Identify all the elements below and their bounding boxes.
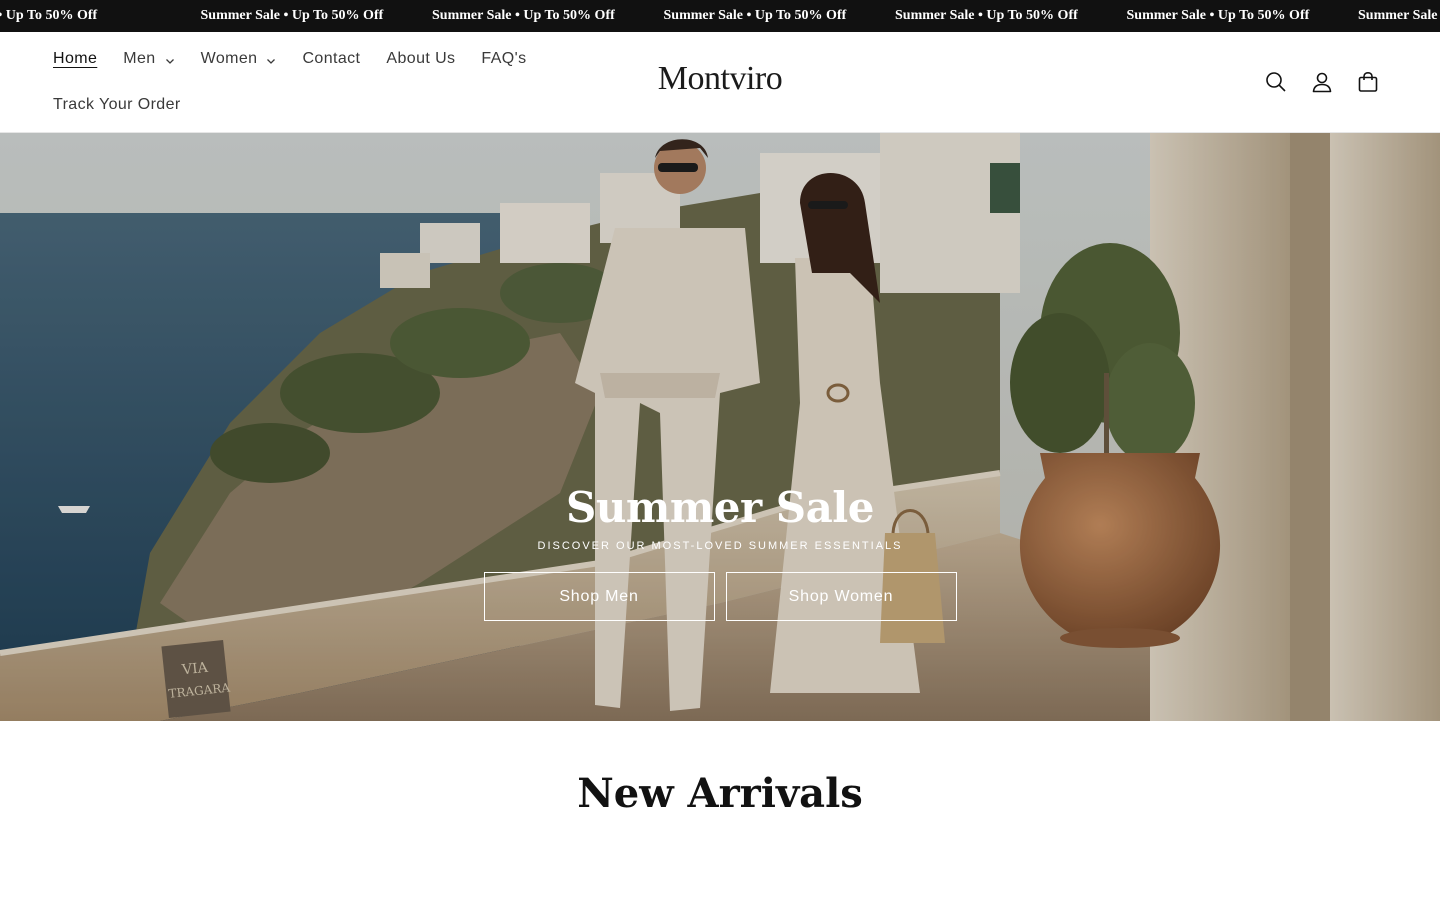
chevron-down-icon — [165, 58, 174, 64]
nav-item-contact[interactable]: Contact — [302, 50, 360, 68]
hero-subtitle: DISCOVER OUR MOST-LOVED SUMMER ESSENTIAL… — [537, 540, 903, 552]
hero-title: Summer Sale — [566, 483, 874, 532]
announcement-track: Sale • Up To 50% Off Summer Sale • Up To… — [0, 0, 1440, 32]
cart-icon[interactable] — [1356, 70, 1380, 94]
nav-item-about[interactable]: About Us — [386, 50, 455, 68]
new-arrivals-title: New Arrivals — [577, 770, 863, 817]
hero-banner: VIA TRAGARA Summer Sale DISCOVER OUR MOS… — [0, 133, 1440, 721]
nav-item-label: Track Your Order — [53, 96, 181, 113]
nav-item-men[interactable]: Men — [123, 50, 174, 68]
account-icon[interactable] — [1310, 70, 1334, 94]
shop-men-button[interactable]: Shop Men — [483, 572, 715, 621]
main-nav: Home Men Women Contact About Us FAQ's — [53, 50, 552, 68]
site-header: Home Men Women Contact About Us FAQ's Tr… — [0, 32, 1440, 133]
announcement-item: Summer Sale • Up To 50% Off — [200, 8, 384, 23]
nav-item-track-order[interactable]: Track Your Order — [53, 96, 181, 114]
nav-item-label: Women — [200, 50, 258, 67]
announcement-item: Summer Sale • Up To 50% Off — [432, 8, 615, 23]
hero-image: VIA TRAGARA — [0, 133, 1440, 721]
search-icon[interactable] — [1264, 70, 1288, 94]
header-icons — [1242, 70, 1380, 94]
nav-item-label: Home — [53, 50, 98, 67]
main-nav-row2: Track Your Order — [53, 96, 207, 114]
announcement-item: Summer Sale • Up To 50% Off — [663, 8, 847, 23]
chevron-down-icon — [267, 58, 276, 64]
nav-item-faq[interactable]: FAQ's — [481, 50, 526, 68]
announcement-item: Sale • Up To 50% Off — [0, 8, 98, 23]
announcement-bar: Sale • Up To 50% Off Summer Sale • Up To… — [0, 0, 1440, 32]
hero-buttons: Shop Men Shop Women — [0, 572, 1440, 621]
announcement-item: Summer Sale • Up To 50% Off — [1126, 8, 1310, 23]
nav-item-label: Men — [123, 50, 156, 67]
announcement-item: Summer Sale • Up — [1358, 8, 1440, 23]
nav-item-label: About Us — [386, 50, 456, 67]
announcement-item: Summer Sale • Up To 50% Off — [895, 8, 1078, 23]
nav-item-home[interactable]: Home — [53, 50, 97, 68]
site-logo[interactable]: Montviro — [620, 60, 820, 98]
nav-item-women[interactable]: Women — [201, 50, 277, 68]
hero-content: Summer Sale DISCOVER OUR MOST-LOVED SUMM… — [0, 483, 1440, 621]
shop-women-button[interactable]: Shop Women — [725, 572, 957, 621]
nav-item-label: FAQ's — [481, 50, 527, 67]
nav-item-label: Contact — [302, 50, 361, 67]
